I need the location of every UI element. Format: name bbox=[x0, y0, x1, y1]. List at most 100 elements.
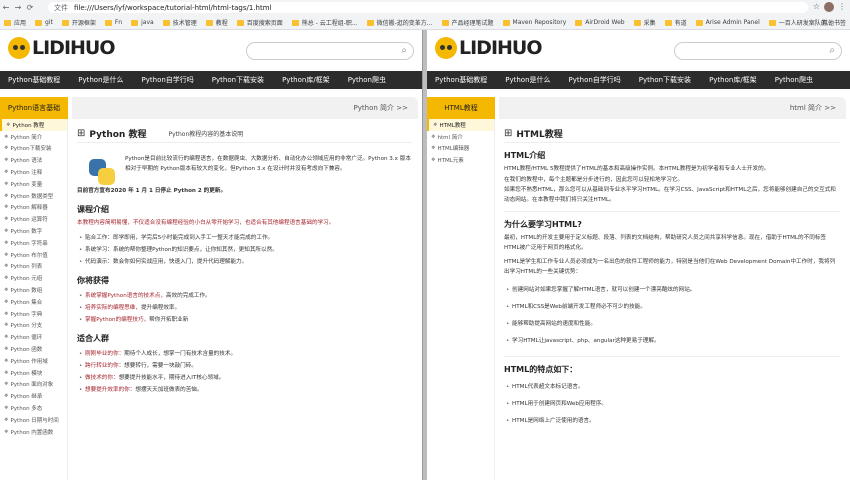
sidebar-item[interactable]: Python 简介 bbox=[0, 131, 67, 143]
next-link[interactable]: Python 简介 >> bbox=[72, 97, 418, 119]
sidebar-item[interactable]: Python 解释器 bbox=[0, 202, 67, 214]
sidebar-item[interactable]: Python 语法 bbox=[0, 154, 67, 166]
active-category[interactable]: HTML教程 bbox=[427, 97, 495, 119]
nav-item[interactable]: Python库/框架 bbox=[700, 75, 766, 85]
sidebar-item[interactable]: Python 数组 bbox=[0, 284, 67, 296]
bookmark-label: Arise Admin Panel bbox=[705, 19, 760, 26]
active-category[interactable]: Python语言基础 bbox=[0, 97, 68, 119]
list-item: HTML是网络上广泛使用的语言。 bbox=[504, 413, 840, 430]
nav-item[interactable]: Python爬虫 bbox=[766, 75, 822, 85]
sidebar-item[interactable]: Python 列表 bbox=[0, 261, 67, 273]
nav-item[interactable]: Python是什么 bbox=[69, 75, 132, 85]
sidebar-item[interactable]: Python 日期与时间 bbox=[0, 414, 67, 426]
star-icon[interactable]: ☆ bbox=[813, 2, 820, 12]
bookmark-item[interactable]: AirDroid Web bbox=[575, 19, 625, 26]
divider bbox=[504, 211, 840, 212]
bookmark-label: 技术管理 bbox=[172, 20, 197, 27]
bookmark-item[interactable]: 产品经理笔试题 bbox=[441, 18, 494, 27]
address-bar[interactable]: 文件 file:///Users/lyf/workspace/tutorial-… bbox=[48, 2, 808, 13]
nav-item[interactable]: Python是什么 bbox=[496, 75, 559, 85]
bookmark-item[interactable]: Maven Repository bbox=[502, 19, 566, 26]
sidebar-item[interactable]: Python下载安装 bbox=[0, 143, 67, 155]
sidebar-item[interactable]: HTML元素 bbox=[427, 154, 494, 166]
search-icon[interactable]: ⌕ bbox=[401, 45, 407, 56]
sidebar-item[interactable]: Python 元组 bbox=[0, 272, 67, 284]
bookmark-item[interactable]: java bbox=[131, 19, 154, 26]
section-title: 为什么要学习HTML? bbox=[504, 220, 582, 229]
list-item-text: 期待个人成长，想掌一门有技术含量的技术。 bbox=[124, 351, 237, 357]
next-link[interactable]: html 简介 >> bbox=[499, 97, 846, 119]
sidebar-item[interactable]: Python 继承 bbox=[0, 390, 67, 402]
nav-item[interactable]: Python下载安装 bbox=[630, 75, 700, 85]
search-icon[interactable]: ⌕ bbox=[829, 45, 835, 56]
bookmark-label: AirDroid Web bbox=[585, 19, 625, 26]
sidebar-item[interactable]: Python 函数 bbox=[0, 343, 67, 355]
other-bookmarks[interactable]: 其他书签 bbox=[822, 15, 846, 30]
nav-item[interactable]: Python库/框架 bbox=[273, 75, 339, 85]
sidebar-item[interactable]: Python 运算符 bbox=[0, 213, 67, 225]
nav-item[interactable]: Python自学行吗 bbox=[560, 75, 630, 85]
sidebar-item[interactable]: Python 作用域 bbox=[0, 355, 67, 367]
sidebar-item[interactable]: html 简介 bbox=[427, 131, 494, 143]
bookmark-item[interactable]: 熊总 - 云工程组-职... bbox=[291, 18, 358, 27]
bookmark-item[interactable]: git bbox=[35, 19, 53, 26]
sidebar-item[interactable]: Python 集合 bbox=[0, 296, 67, 308]
section-title: HTML的特点如下： bbox=[504, 365, 578, 374]
sidebar-item[interactable]: Python 数字 bbox=[0, 225, 67, 237]
site-logo[interactable]: LIDIHUO bbox=[8, 37, 115, 59]
reload-icon[interactable]: ⟳ bbox=[24, 3, 36, 12]
sidebar-item[interactable]: Python 面向对象 bbox=[0, 379, 67, 391]
logo-text: LIDIHUO bbox=[459, 37, 542, 59]
list-item-text: 高效的完成工作。 bbox=[165, 293, 211, 299]
logo-face-icon bbox=[8, 37, 30, 59]
article: ⊞ HTML教程 HTML介绍 HTML教程/HTML 5教程提供了HTML的基… bbox=[499, 119, 846, 480]
sidebar-item[interactable]: Python 模块 bbox=[0, 367, 67, 379]
nav-item[interactable]: Python下载安装 bbox=[203, 75, 273, 85]
nav-item[interactable]: Python自学行吗 bbox=[133, 75, 203, 85]
sidebar-item[interactable]: Python 注释 bbox=[0, 166, 67, 178]
sidebar-item[interactable]: Python 循环 bbox=[0, 331, 67, 343]
sidebar-item[interactable]: HTML编辑器 bbox=[427, 143, 494, 155]
list-item: 贴合工作：即学即用，学完后5小时能完成到入手工一整天才能完成的工作。 bbox=[77, 232, 412, 244]
main-nav: Python基础教程 Python是什么 Python自学行吗 Python下载安装 P… bbox=[427, 71, 850, 89]
sidebar-item[interactable]: Python 教程 bbox=[0, 119, 67, 131]
search-input[interactable]: ⌕ bbox=[674, 42, 842, 60]
folder-icon bbox=[366, 19, 374, 26]
sidebar-item[interactable]: HTML教程 bbox=[427, 119, 494, 131]
menu-icon[interactable]: ⋮ bbox=[838, 2, 846, 12]
sidebar-item[interactable]: Python 字符串 bbox=[0, 237, 67, 249]
sidebar-item[interactable]: Python 分支 bbox=[0, 320, 67, 332]
bookmark-item[interactable]: Fn bbox=[104, 19, 122, 26]
bookmark-label: java bbox=[141, 19, 154, 26]
nav-item[interactable]: Python基础教程 bbox=[0, 75, 69, 85]
bookmark-item[interactable]: 微信搬-逛的变革方... bbox=[366, 18, 433, 27]
page-title: Python 教程 bbox=[89, 130, 147, 140]
sidebar-item[interactable]: Python 布尔值 bbox=[0, 249, 67, 261]
bookmark-item[interactable]: 有道 bbox=[664, 18, 687, 27]
bookmark-item[interactable]: 教程 bbox=[205, 18, 228, 27]
sidebar-item[interactable]: Python 数据类型 bbox=[0, 190, 67, 202]
left-pane: LIDIHUO ⌕ Python基础教程 Python是什么 Python自学行吗 P… bbox=[0, 30, 423, 480]
list-item: 代码演示：数会你如何实战应用，快速入门，提升代码理解能力。 bbox=[77, 256, 412, 268]
back-icon[interactable]: ← bbox=[0, 3, 12, 12]
bookmark-label: 熊总 - 云工程组-职... bbox=[301, 20, 358, 27]
sidebar-item[interactable]: Python 多态 bbox=[0, 402, 67, 414]
site-logo[interactable]: LIDIHUO bbox=[435, 37, 542, 59]
nav-item[interactable]: Python基础教程 bbox=[427, 75, 496, 85]
address-label: 文件 bbox=[54, 3, 68, 12]
nav-item[interactable]: Python爬虫 bbox=[339, 75, 395, 85]
avatar[interactable] bbox=[824, 2, 834, 12]
bookmark-item[interactable]: 百度搜索页面 bbox=[236, 18, 283, 27]
bookmark-item[interactable]: 采集 bbox=[633, 18, 656, 27]
sidebar-item[interactable]: Python 内置函数 bbox=[0, 426, 67, 438]
search-input[interactable]: ⌕ bbox=[246, 42, 414, 60]
bookmark-item[interactable]: 技术管理 bbox=[162, 18, 197, 27]
forward-icon[interactable]: → bbox=[12, 3, 24, 12]
bookmark-item[interactable]: 应用 bbox=[4, 18, 26, 27]
bookmark-item[interactable]: Arise Admin Panel bbox=[695, 19, 760, 26]
list-item-highlight: 系统掌握Python语言的技术点， bbox=[85, 293, 166, 299]
url-text: file:///Users/lyf/workspace/tutorial-htm… bbox=[74, 3, 272, 12]
sidebar-item[interactable]: Python 变量 bbox=[0, 178, 67, 190]
sidebar-item[interactable]: Python 字典 bbox=[0, 308, 67, 320]
bookmark-item[interactable]: 开源框架 bbox=[61, 18, 96, 27]
